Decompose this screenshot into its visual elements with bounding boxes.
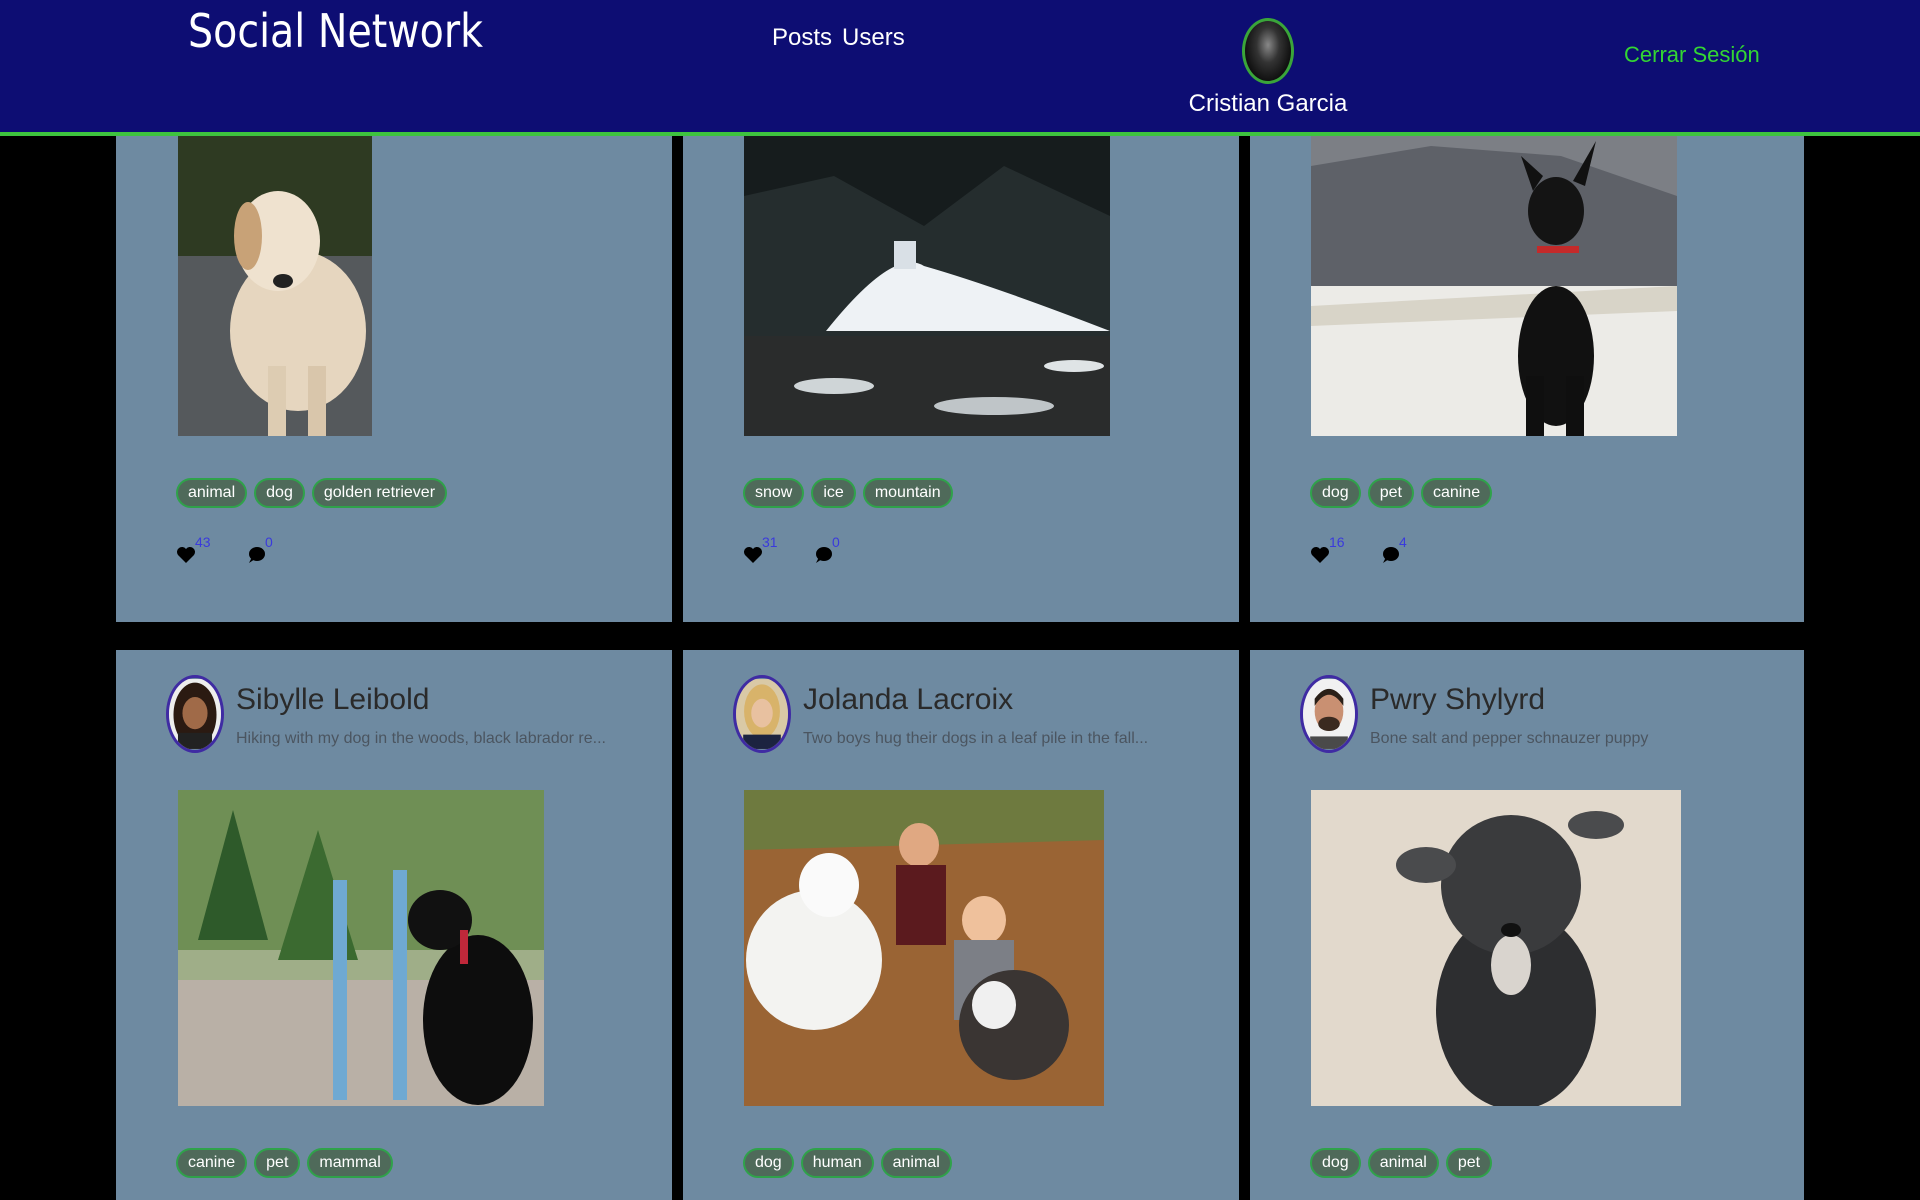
comment-count: 0	[832, 534, 840, 550]
tag-chip[interactable]: dog	[1310, 1148, 1361, 1178]
author-avatar[interactable]	[166, 675, 224, 753]
tag-list: dog animal pet	[1310, 1148, 1493, 1178]
comment-button[interactable]: 0	[246, 534, 280, 570]
post-card: dog pet canine 16 4	[1250, 136, 1804, 622]
tag-chip[interactable]: ice	[811, 478, 856, 508]
comment-button[interactable]: 0	[813, 534, 847, 570]
tag-list: snow ice mountain	[743, 478, 953, 508]
author-avatar[interactable]	[1300, 675, 1358, 753]
tag-chip[interactable]: golden retriever	[311, 478, 448, 508]
logout-link[interactable]: Cerrar Sesión	[1624, 42, 1760, 68]
post-card: Pwry Shylyrd Bone salt and pepper schnau…	[1250, 650, 1804, 1200]
like-button[interactable]: 31	[743, 534, 778, 570]
tag-list: canine pet mammal	[176, 1148, 393, 1178]
post-image-black-dog-snow[interactable]	[1311, 136, 1677, 436]
tag-chip[interactable]: pet	[254, 1148, 301, 1178]
post-image-golden-retriever[interactable]	[178, 136, 372, 436]
comment-bubble-icon	[1383, 547, 1399, 563]
post-card: Jolanda Lacroix Two boys hug their dogs …	[683, 650, 1239, 1200]
tag-list: animal dog golden retriever	[176, 478, 448, 508]
nav-posts[interactable]: Posts	[772, 24, 832, 52]
tag-chip[interactable]: animal	[1367, 1148, 1439, 1178]
nav-users[interactable]: Users	[842, 24, 905, 52]
author-avatar[interactable]	[733, 675, 791, 753]
like-count: 31	[762, 534, 778, 550]
tag-chip[interactable]: dog	[254, 478, 305, 508]
tag-chip[interactable]: canine	[1420, 478, 1493, 508]
tag-chip[interactable]: mammal	[307, 1148, 393, 1178]
post-image-black-labrador[interactable]	[178, 790, 544, 1106]
author-name[interactable]: Jolanda Lacroix	[803, 683, 1013, 717]
tag-chip[interactable]: pet	[1367, 478, 1414, 508]
tag-chip[interactable]: snow	[743, 478, 805, 508]
post-image-snow-mountain[interactable]	[744, 136, 1110, 436]
tag-chip[interactable]: pet	[1445, 1148, 1493, 1178]
brand-logo[interactable]: Social Network	[188, 4, 483, 58]
like-button[interactable]: 43	[176, 534, 211, 570]
post-card: animal dog golden retriever 43 0	[116, 136, 672, 622]
comment-count: 4	[1399, 534, 1407, 550]
like-count: 16	[1329, 534, 1345, 550]
tag-chip[interactable]: animal	[176, 478, 248, 508]
author-name[interactable]: Sibylle Leibold	[236, 683, 429, 717]
tag-chip[interactable]: dog	[1310, 478, 1361, 508]
post-description: Two boys hug their dogs in a leaf pile i…	[803, 730, 1149, 747]
comment-button[interactable]: 4	[1380, 534, 1414, 570]
post-image-schnauzer-puppy[interactable]	[1311, 790, 1681, 1106]
tag-chip[interactable]: canine	[176, 1148, 248, 1178]
like-count: 43	[195, 534, 211, 550]
tag-chip[interactable]: animal	[880, 1148, 952, 1178]
comment-bubble-icon	[249, 547, 265, 563]
post-stats: 16 4	[1310, 534, 1414, 570]
user-avatar[interactable]	[1242, 18, 1294, 84]
like-button[interactable]: 16	[1310, 534, 1345, 570]
post-card: Sibylle Leibold Hiking with my dog in th…	[116, 650, 672, 1200]
tag-chip[interactable]: human	[800, 1148, 874, 1178]
tag-chip[interactable]: mountain	[862, 478, 953, 508]
heart-icon	[177, 547, 195, 563]
heart-icon	[1311, 547, 1329, 563]
post-description: Bone salt and pepper schnauzer puppy	[1370, 730, 1649, 747]
post-stats: 43 0	[176, 534, 280, 570]
user-name[interactable]: Cristian Garcia	[1150, 90, 1386, 118]
tag-list: dog human animal	[743, 1148, 952, 1178]
post-card: snow ice mountain 31 0	[683, 136, 1239, 622]
top-header: Social Network Posts Users Cristian Garc…	[0, 0, 1920, 136]
main-nav: Posts Users	[772, 24, 905, 52]
tag-chip[interactable]: dog	[743, 1148, 794, 1178]
comment-count: 0	[265, 534, 273, 550]
comment-bubble-icon	[816, 547, 832, 563]
post-description: Hiking with my dog in the woods, black l…	[236, 730, 606, 747]
post-stats: 31 0	[743, 534, 847, 570]
post-image-boys-dogs-leaves[interactable]	[744, 790, 1104, 1106]
tag-list: dog pet canine	[1310, 478, 1493, 508]
current-user[interactable]: Cristian Garcia	[1150, 18, 1386, 118]
heart-icon	[744, 547, 762, 563]
author-name[interactable]: Pwry Shylyrd	[1370, 683, 1545, 717]
